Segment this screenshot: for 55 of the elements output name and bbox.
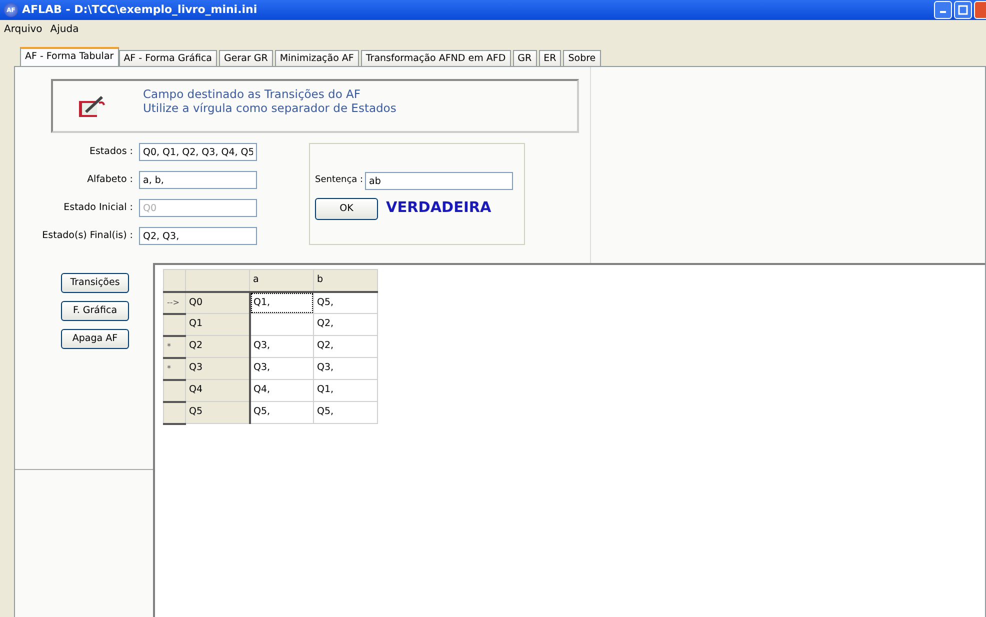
- table-cell[interactable]: Q5,: [314, 292, 378, 314]
- tab[interactable]: Gerar GR: [219, 50, 273, 66]
- field-label: Estados :: [88, 144, 134, 159]
- field-label: Sentença :: [315, 174, 364, 188]
- table-cell[interactable]: [250, 314, 314, 336]
- info-text: Campo destinado as Transições do AF: [143, 87, 362, 101]
- text-field[interactable]: Q2, Q3,: [139, 227, 257, 245]
- ok-button[interactable]: OK: [315, 198, 378, 220]
- column-header: b: [314, 270, 378, 292]
- table-cell[interactable]: Q3,: [250, 336, 314, 358]
- action-button[interactable]: Apaga AF: [61, 329, 129, 349]
- row-header: Q3: [186, 358, 250, 380]
- table-cell[interactable]: Q1,: [250, 292, 314, 314]
- tab[interactable]: GR: [512, 50, 537, 66]
- tab[interactable]: Transformação AFND em AFD: [360, 50, 511, 66]
- menu-item[interactable]: Arquivo: [4, 22, 42, 36]
- row-header: Q5: [186, 402, 250, 424]
- row-header: Q2: [186, 336, 250, 358]
- table-cell[interactable]: Q5,: [314, 402, 378, 424]
- window-title: AFLAB - D:\TCC\exemplo_livro_mini.ini: [22, 2, 258, 18]
- tab[interactable]: AF - Forma Tabular: [20, 47, 119, 66]
- tab[interactable]: ER: [538, 50, 562, 66]
- row-marker: *: [164, 336, 186, 358]
- table-cell[interactable]: Q2,: [314, 336, 378, 358]
- field-label: Estado Inicial :: [62, 200, 134, 215]
- close-button[interactable]: [974, 1, 986, 19]
- tab[interactable]: Minimização AF: [274, 50, 359, 66]
- action-button[interactable]: F. Gráfica: [61, 301, 129, 321]
- menu-item[interactable]: Ajuda: [50, 22, 79, 36]
- table-cell[interactable]: Q2,: [314, 314, 378, 336]
- text-field[interactable]: a, b,: [139, 171, 257, 189]
- row-marker: *: [164, 358, 186, 380]
- maximize-icon: [958, 5, 968, 15]
- action-button[interactable]: Transições: [61, 273, 129, 293]
- field-label: Estado(s) Final(is) :: [41, 228, 134, 243]
- maximize-button[interactable]: [954, 1, 972, 19]
- column-header: a: [250, 270, 314, 292]
- row-header: Q1: [186, 314, 250, 336]
- tab[interactable]: AF - Forma Gráfica: [118, 50, 218, 66]
- tab[interactable]: Sobre: [563, 50, 601, 66]
- row-marker: -->: [164, 292, 186, 314]
- table-cell[interactable]: Q5,: [250, 402, 314, 424]
- notepad-pen-icon: [77, 93, 105, 119]
- table-cell[interactable]: Q3,: [314, 358, 378, 380]
- row-header: Q4: [186, 380, 250, 402]
- field-label: Alfabeto :: [86, 172, 134, 187]
- table-cell[interactable]: Q1,: [314, 380, 378, 402]
- info-text: Utilize a vírgula como separador de Estados: [143, 101, 396, 115]
- minimize-button[interactable]: [934, 1, 952, 19]
- header-cell: [164, 270, 186, 292]
- result-text: VERDADEIRA: [386, 199, 492, 218]
- sentence-field[interactable]: ab: [365, 172, 513, 190]
- table-cell[interactable]: Q4,: [250, 380, 314, 402]
- table-cell[interactable]: Q3,: [250, 358, 314, 380]
- header-cell: [186, 270, 250, 292]
